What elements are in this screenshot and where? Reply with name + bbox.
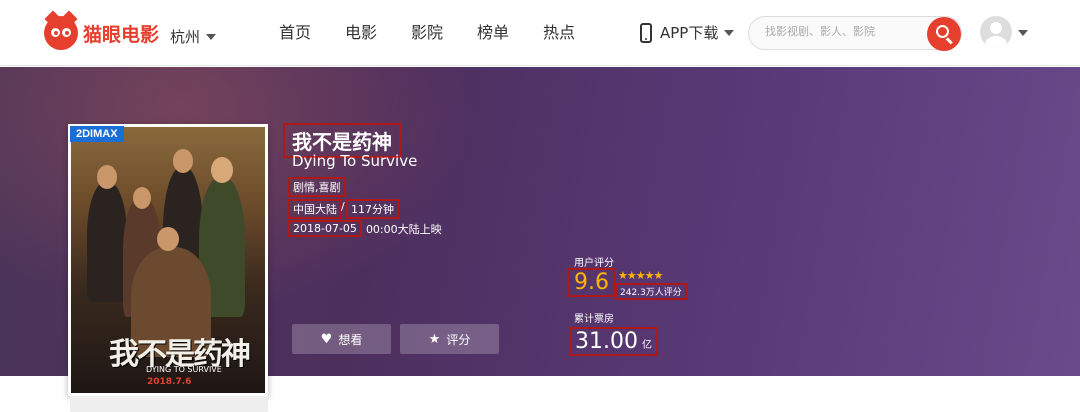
box-office-label: 累计票房	[574, 314, 614, 325]
search-input[interactable]	[765, 25, 925, 38]
star-icon: ★	[428, 331, 441, 347]
movie-origin: 中国大陆	[288, 199, 342, 219]
poster-date-art: 2018.7.6	[147, 377, 192, 387]
app-download-label: APP下载	[660, 24, 719, 42]
search-icon	[936, 25, 949, 38]
logo-text: 猫眼电影	[83, 23, 160, 46]
box-office-value: 31.00	[575, 329, 638, 354]
phone-icon	[640, 22, 652, 43]
want-label: 想看	[338, 332, 363, 347]
box-office: 31.00 亿	[569, 327, 658, 356]
star-rating-icon: ★★★★★	[618, 269, 663, 282]
poster-reflection	[70, 396, 268, 412]
city-label: 杭州	[170, 28, 201, 46]
nav-cinemas[interactable]: 影院	[394, 0, 460, 66]
want-to-watch-button[interactable]: ♥ 想看	[292, 324, 391, 354]
movie-english-title: Dying To Survive	[292, 152, 418, 170]
heart-icon: ♥	[320, 331, 333, 347]
chevron-down-icon	[724, 29, 735, 36]
main-nav: 首页 电影 影院 榜单 热点	[262, 0, 592, 66]
info-separator: /	[341, 200, 345, 213]
movie-duration: 117分钟	[346, 199, 399, 219]
poster-image: 我不是药神 DYING TO SURVIVE 2018.7.6	[71, 127, 265, 393]
movie-poster[interactable]: 我不是药神 DYING TO SURVIVE 2018.7.6 2DIMAX	[68, 124, 268, 396]
release-date: 2018-07-05	[288, 220, 362, 237]
user-score-label: 用户评分	[574, 258, 614, 269]
city-selector[interactable]: 杭州	[170, 26, 217, 47]
vote-count: 242.3万人评分	[615, 283, 687, 300]
search-button[interactable]	[927, 17, 961, 51]
nav-hot[interactable]: 热点	[526, 0, 592, 66]
rate-label: 评分	[446, 332, 471, 347]
chevron-down-icon	[206, 33, 217, 40]
nav-home[interactable]: 首页	[262, 0, 328, 66]
site-logo[interactable]: 猫眼电影	[44, 10, 160, 50]
nav-rankings[interactable]: 榜单	[460, 0, 526, 66]
user-score: 9.6	[567, 268, 616, 297]
search-box	[748, 16, 962, 51]
site-header: 猫眼电影 杭州 首页 电影 影院 榜单 热点 APP下载	[0, 0, 1080, 66]
cat-logo-icon	[44, 10, 78, 50]
app-download-menu[interactable]: APP下载	[640, 22, 735, 43]
movie-genre: 剧情,喜剧	[288, 177, 346, 197]
release-info: 00:00大陆上映	[365, 222, 442, 236]
movie-release: 2018-07-05 00:00大陆上映	[288, 220, 442, 237]
box-office-unit: 亿	[641, 340, 652, 351]
poster-subtitle-art: DYING TO SURVIVE	[146, 365, 222, 374]
user-avatar[interactable]	[980, 16, 1012, 48]
chevron-down-icon[interactable]	[1018, 30, 1028, 36]
rate-button[interactable]: ★ 评分	[400, 324, 499, 354]
nav-movies[interactable]: 电影	[328, 0, 394, 66]
format-badge: 2DIMAX	[70, 126, 124, 142]
